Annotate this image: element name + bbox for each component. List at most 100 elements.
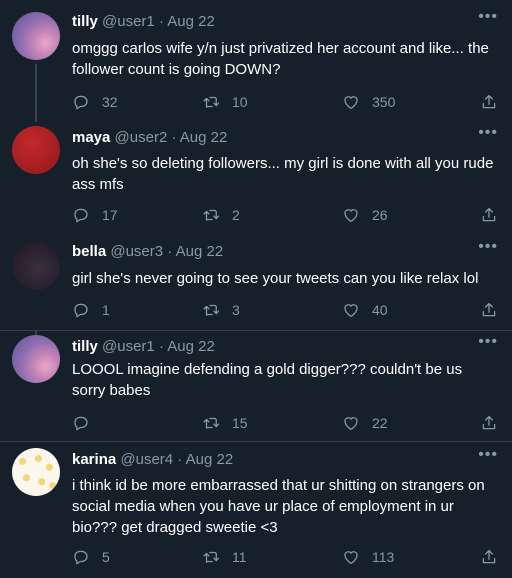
like-icon <box>344 551 358 565</box>
tweet-header: bella @user3 · Aug 22 <box>72 242 500 262</box>
retweet-button[interactable]: 11 <box>202 546 247 568</box>
tweet-3[interactable]: bella @user3 · Aug 22 ••• girl she's nev… <box>0 236 512 331</box>
tweet-1[interactable]: tilly @user1 · Aug 22 ••• omggg carlos w… <box>0 0 512 122</box>
reply-icon <box>74 95 88 110</box>
like-button[interactable]: 40 <box>342 299 388 321</box>
share-button[interactable] <box>480 204 498 226</box>
timestamp[interactable]: · Aug 22 <box>171 129 227 146</box>
display-name[interactable]: karina <box>72 451 116 468</box>
timestamp[interactable]: · Aug 22 <box>159 13 215 30</box>
retweet-count: 3 <box>232 302 240 318</box>
reply-count: 1 <box>102 302 110 318</box>
reply-icon <box>74 303 88 318</box>
like-count: 40 <box>372 302 388 318</box>
like-count: 113 <box>372 549 395 565</box>
timestamp[interactable]: · Aug 22 <box>159 338 215 355</box>
handle[interactable]: @user1 <box>102 338 155 355</box>
reply-button[interactable]: 17 <box>72 204 118 226</box>
handle[interactable]: @user4 <box>120 451 173 468</box>
reply-button[interactable]: 1 <box>72 299 110 321</box>
tweet-actions: 15 22 <box>72 412 500 434</box>
more-icon[interactable]: ••• <box>478 238 498 256</box>
display-name[interactable]: bella <box>72 243 106 260</box>
tweet-header: tilly @user1 · Aug 22 <box>72 337 500 357</box>
reply-icon <box>74 208 88 223</box>
like-icon <box>344 96 358 110</box>
like-button[interactable]: 26 <box>342 204 388 226</box>
like-icon <box>344 417 358 431</box>
like-count: 26 <box>372 207 388 223</box>
avatar[interactable] <box>12 12 60 60</box>
share-icon <box>482 549 496 564</box>
display-name[interactable]: tilly <box>72 13 98 30</box>
reply-icon <box>74 550 88 565</box>
like-count: 22 <box>372 415 388 431</box>
more-icon[interactable]: ••• <box>478 124 498 142</box>
reply-count: 32 <box>102 94 118 110</box>
thread-line <box>35 331 37 335</box>
tweet-5[interactable]: karina @user4 · Aug 22 ••• i think id be… <box>0 442 512 578</box>
like-button[interactable]: 113 <box>342 546 394 568</box>
more-icon[interactable]: ••• <box>478 8 498 26</box>
display-name[interactable]: maya <box>72 129 110 146</box>
tweet-header: tilly @user1 · Aug 22 <box>72 12 500 32</box>
tweet-actions: 32 10 350 <box>72 91 500 113</box>
reply-icon <box>74 416 88 431</box>
avatar[interactable] <box>12 242 60 290</box>
tweet-header: karina @user4 · Aug 22 <box>72 450 500 470</box>
reply-button[interactable]: 5 <box>72 546 110 568</box>
share-icon <box>482 94 496 109</box>
retweet-icon <box>203 417 220 429</box>
like-icon <box>344 209 358 223</box>
reply-button[interactable]: 32 <box>72 91 118 113</box>
reply-thread: tilly @user1 · Aug 22 ••• omggg carlos w… <box>0 0 512 578</box>
retweet-count: 2 <box>232 207 240 223</box>
more-icon[interactable]: ••• <box>478 333 498 351</box>
share-button[interactable] <box>480 91 498 113</box>
retweet-icon <box>203 96 220 108</box>
thread-line <box>35 64 37 122</box>
avatar[interactable] <box>12 335 60 383</box>
tweet-text: omggg carlos wife y/n just privatized he… <box>72 40 489 78</box>
retweet-icon <box>203 304 220 316</box>
handle[interactable]: @user2 <box>115 129 168 146</box>
reply-button[interactable] <box>72 412 102 434</box>
tweet-header: maya @user2 · Aug 22 <box>72 128 500 148</box>
handle[interactable]: @user1 <box>102 13 155 30</box>
tweet-2[interactable]: maya @user2 · Aug 22 ••• oh she's so del… <box>0 122 512 236</box>
share-button[interactable] <box>480 546 498 568</box>
timestamp[interactable]: · Aug 22 <box>177 451 233 468</box>
avatar[interactable] <box>12 126 60 174</box>
share-icon <box>482 302 496 317</box>
retweet-icon <box>203 551 220 563</box>
avatar[interactable] <box>12 448 60 496</box>
retweet-button[interactable]: 3 <box>202 299 240 321</box>
retweet-button[interactable]: 2 <box>202 204 240 226</box>
retweet-button[interactable]: 15 <box>202 412 248 434</box>
share-icon <box>482 415 496 430</box>
tweet-actions: 5 11 113 <box>72 546 500 568</box>
more-icon[interactable]: ••• <box>478 446 498 464</box>
handle[interactable]: @user3 <box>110 243 163 260</box>
retweet-button[interactable]: 10 <box>202 91 248 113</box>
like-button[interactable]: 350 <box>342 91 395 113</box>
share-icon <box>482 207 496 222</box>
tweet-actions: 17 2 26 <box>72 204 500 226</box>
tweet-text: oh she's so deleting followers... my gir… <box>72 155 494 193</box>
share-button[interactable] <box>480 299 498 321</box>
like-button[interactable]: 22 <box>342 412 388 434</box>
share-button[interactable] <box>480 412 498 434</box>
like-count: 350 <box>372 94 396 110</box>
retweet-icon <box>203 209 220 221</box>
tweet-text: LOOOL imagine defending a gold digger???… <box>72 361 463 399</box>
retweet-count: 10 <box>232 94 248 110</box>
tweet-4[interactable]: tilly @user1 · Aug 22 ••• LOOOL imagine … <box>0 331 512 442</box>
like-icon <box>344 304 358 318</box>
tweet-text: i think id be more embarrassed that ur s… <box>72 477 485 536</box>
tweet-actions: 1 3 40 <box>72 299 500 321</box>
timestamp[interactable]: · Aug 22 <box>167 243 223 260</box>
retweet-count: 11 <box>232 549 247 565</box>
retweet-count: 15 <box>232 415 248 431</box>
reply-count: 5 <box>102 549 110 565</box>
display-name[interactable]: tilly <box>72 338 98 355</box>
